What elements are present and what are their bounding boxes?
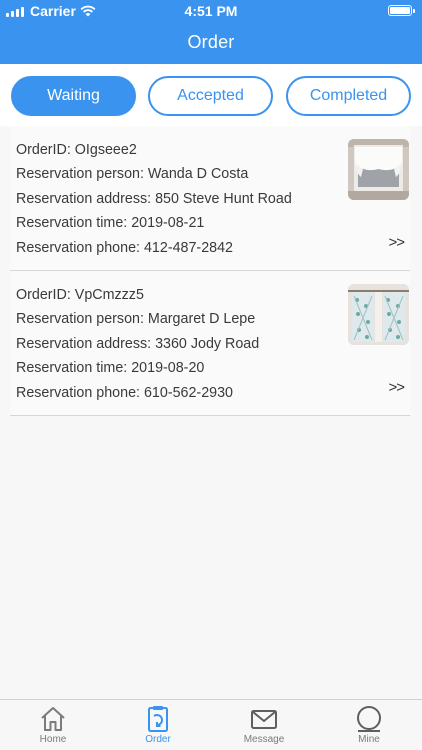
tabbar-label-mine: Mine <box>358 734 380 745</box>
reservation-time: Reservation time: 2019-08-21 <box>16 215 205 232</box>
order-card[interactable]: OrderID: VpCmzzz5 Reservation person: Ma… <box>10 271 410 416</box>
order-detail-arrow[interactable]: >> <box>388 379 405 396</box>
patterned-curtain-thumbnail <box>348 284 409 345</box>
tabbar-label-home: Home <box>39 734 67 745</box>
tab-accepted[interactable]: Accepted <box>148 76 273 116</box>
order-id: OrderID: OIgseee2 <box>16 142 137 158</box>
page-title: Order <box>187 32 235 52</box>
tab-waiting[interactable]: Waiting <box>11 76 136 116</box>
reservation-address: Reservation address: 3360 Jody Road <box>16 335 260 352</box>
reservation-person: Reservation person: Wanda D Costa <box>16 166 249 183</box>
order-id: OrderID: VpCmzzz5 <box>16 287 144 303</box>
order-detail-arrow[interactable]: >> <box>388 234 405 251</box>
app-header: Carrier 4:51 PM Order <box>0 0 422 64</box>
white-curtain-thumbnail <box>348 139 409 200</box>
order-icon <box>148 706 168 732</box>
tabbar-label-message: Message <box>243 734 285 745</box>
order-card[interactable]: OrderID: OIgseee2 Reservation person: Wa… <box>10 126 410 271</box>
order-list: OrderID: OIgseee2 Reservation person: Wa… <box>0 126 422 416</box>
mine-icon <box>357 706 381 732</box>
battery-icon <box>388 5 415 16</box>
reservation-phone: Reservation phone: 610-562-2930 <box>16 384 233 401</box>
tabbar-item-message[interactable]: Message <box>229 704 299 745</box>
status-bar: Carrier 4:51 PM <box>0 0 422 22</box>
tabbar-label-order: Order <box>145 734 171 745</box>
reservation-time: Reservation time: 2019-08-20 <box>16 360 205 377</box>
bottom-tab-bar: Home Order Message Mine <box>0 699 422 750</box>
home-icon <box>41 707 65 731</box>
message-icon <box>251 710 277 729</box>
reservation-person: Reservation person: Margaret D Lepe <box>16 311 256 328</box>
reservation-phone: Reservation phone: 412-487-2842 <box>16 239 233 256</box>
tabbar-item-home[interactable]: Home <box>18 704 88 745</box>
order-status-tabs: Waiting Accepted Completed <box>0 64 422 126</box>
order-details: OrderID: VpCmzzz5 Reservation person: Ma… <box>16 283 259 405</box>
tabbar-item-order[interactable]: Order <box>123 704 193 745</box>
status-time: 4:51 PM <box>184 3 238 19</box>
reservation-address: Reservation address: 850 Steve Hunt Road <box>16 190 292 207</box>
tab-completed[interactable]: Completed <box>286 76 411 116</box>
tabbar-item-mine[interactable]: Mine <box>334 704 404 745</box>
order-details: OrderID: OIgseee2 Reservation person: Wa… <box>16 138 292 260</box>
